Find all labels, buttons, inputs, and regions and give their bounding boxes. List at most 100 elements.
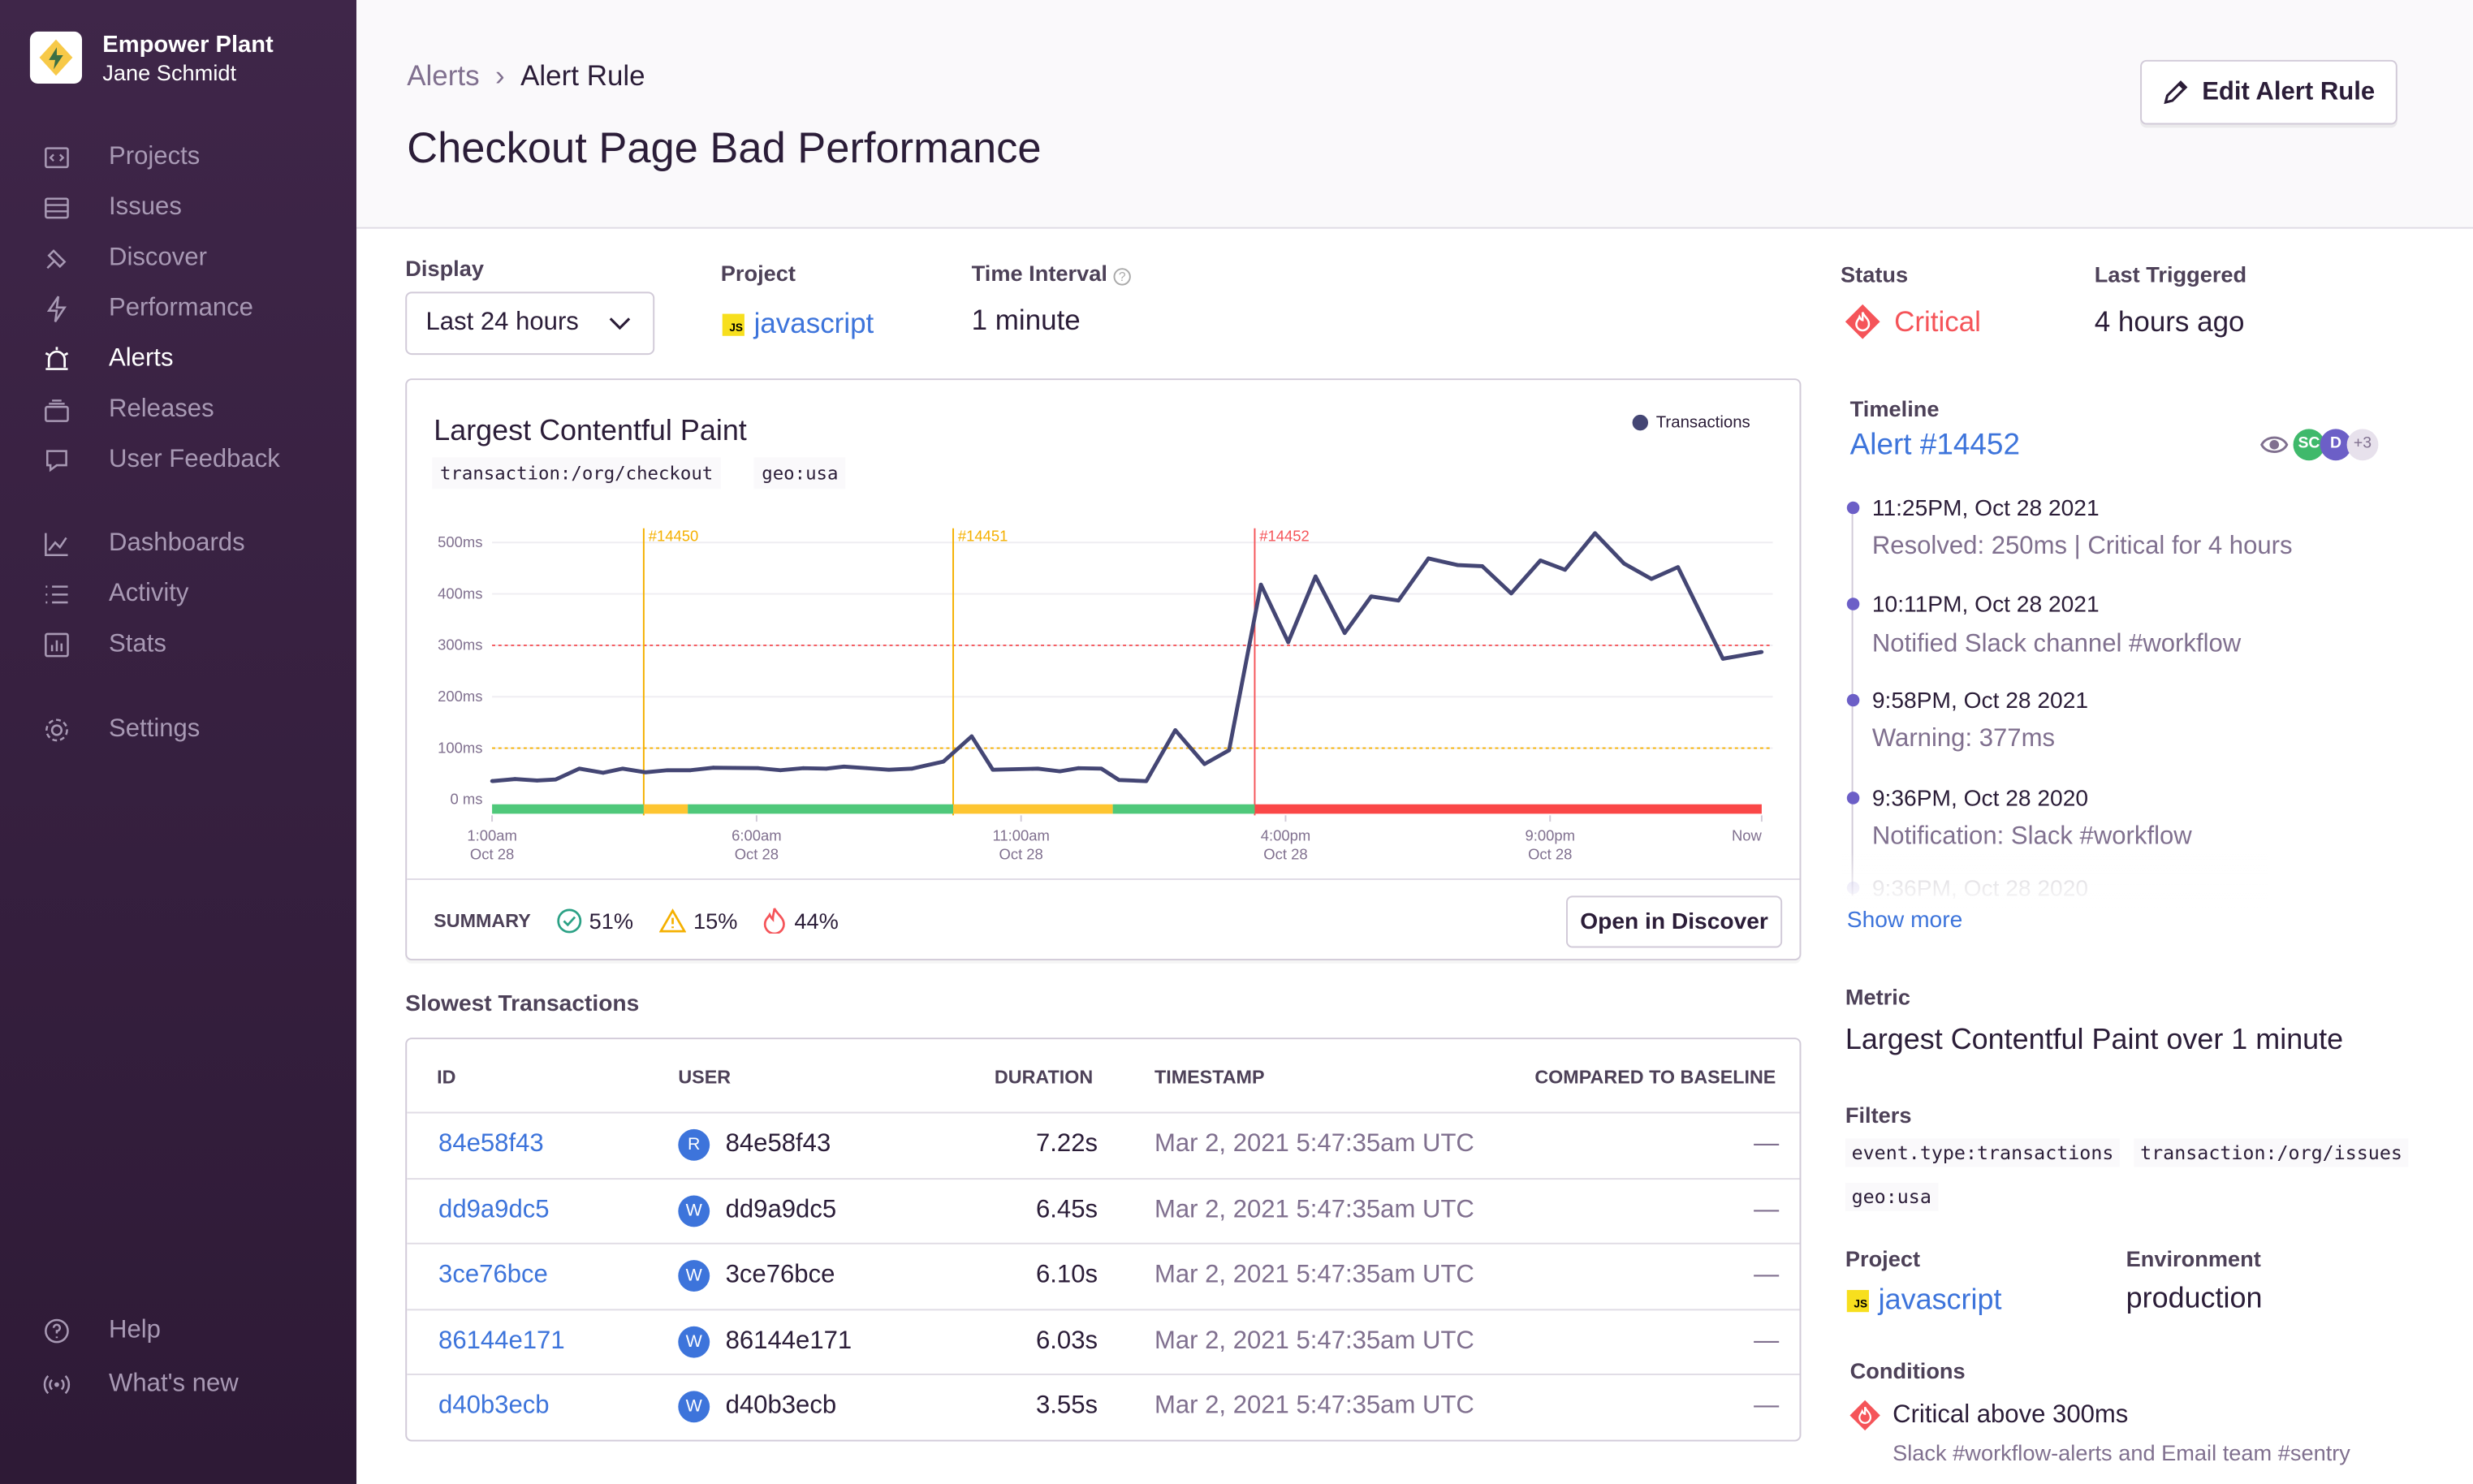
breadcrumb-alert-rule: Alert Rule [520,59,645,92]
last-triggered-label: Last Triggered [2094,261,2247,287]
x-tick-label: 4:00pm [1261,826,1311,843]
projects-icon [45,147,69,169]
project-value[interactable]: JS javascript [722,308,874,341]
page-title: Checkout Page Bad Performance [407,124,1042,172]
column-header-duration: DURATION [994,1066,1094,1089]
timestamp: Mar 2, 2021 5:47:35am UTC [1154,1327,1474,1354]
watchers[interactable]: SC D +3 [2260,429,2379,461]
baseline: — [1754,1392,1780,1420]
x-tick-label: 6:00am [732,826,782,843]
data-point [1227,748,1232,753]
duration: 7.22s [1036,1130,1098,1158]
eye-icon [2260,436,2289,454]
breadcrumb: Alerts › Alert Rule [407,60,645,93]
data-point [1144,779,1149,783]
sidebar-item-performance[interactable]: Performance [42,290,253,328]
org-name[interactable]: Empower Plant [102,32,273,58]
issues-icon [45,197,69,219]
edit-alert-rule-label: Edit Alert Rule [2202,78,2376,106]
filter-tag: geo:usa [1845,1182,1938,1211]
data-point [909,766,914,771]
data-point [1116,778,1121,783]
project-link[interactable]: javascript [754,308,874,339]
column-header-id: ID [437,1066,456,1089]
slowest-transactions-title: Slowest Transactions [405,991,640,1017]
display-value: Last 24 hours [425,308,579,336]
avatar: W [678,1260,710,1292]
timestamp: Mar 2, 2021 5:47:35am UTC [1154,1196,1474,1223]
org-logo[interactable] [29,31,83,84]
summary-bar: SUMMARY 51% 15% 44% Open in Discover [407,878,1800,960]
transaction-id-link[interactable]: 84e58f43 [438,1131,544,1159]
data-point [711,766,716,770]
status-label: Status [1841,261,1909,287]
baseline: — [1754,1196,1780,1223]
data-point [865,766,869,770]
breadcrumb-alerts[interactable]: Alerts [407,60,479,93]
y-tick-label: 500ms [438,533,482,550]
open-in-discover-button[interactable]: Open in Discover [1566,895,1783,948]
pencil-icon [2164,80,2188,105]
data-point [1035,766,1040,771]
sidebar-item-label: What's new [109,1370,239,1398]
transaction-id-link[interactable]: dd9a9dc5 [438,1196,550,1224]
sidebar-item-stats[interactable]: Stats [42,626,166,664]
data-point [887,767,891,772]
sidebar-item-what-s-new[interactable]: What's new [42,1365,239,1404]
baseline: — [1754,1327,1780,1354]
data-point [778,768,783,773]
transaction-id-link[interactable]: 86144e171 [438,1327,565,1356]
sidebar-item-releases[interactable]: Releases [42,391,214,429]
data-point [1058,769,1062,774]
sidebar-item-projects[interactable]: Projects [42,139,200,177]
data-point [512,777,517,781]
duration: 6.10s [1036,1262,1098,1289]
y-tick-label: 0 ms [450,791,482,808]
status-segment [1254,804,1762,814]
warning-icon [658,908,686,932]
sidebar-item-activity[interactable]: Activity [42,576,188,614]
filter-tag: geo:usa [753,457,847,490]
duration: 6.03s [1036,1327,1098,1354]
sidebar-item-alerts[interactable]: Alerts [42,341,174,379]
stats-icon [45,632,69,658]
show-more-link[interactable]: Show more [1847,908,1962,934]
transaction-id-link[interactable]: d40b3ecb [438,1392,550,1421]
transaction-id-link[interactable]: 3ce76bce [438,1262,548,1290]
conditions-label: Conditions [1849,1357,1966,1383]
y-tick-label: 300ms [438,636,482,654]
filter-tag: event.type:transactions [1845,1138,2121,1167]
sidebar-item-issues[interactable]: Issues [42,189,182,227]
avatar: W [678,1391,710,1423]
sidebar-item-dashboards[interactable]: Dashboards [42,525,245,563]
y-tick-label: 200ms [438,688,482,705]
status-text: Critical [1894,304,1981,337]
last-triggered-value: 4 hours ago [2094,305,2245,338]
releases-icon [45,399,69,422]
user-name: 86144e171 [725,1327,852,1354]
sidebar-item-discover[interactable]: Discover [42,239,207,278]
status-segment [953,804,1113,814]
chart-card: Largest Contentful Paint Transactions tr… [405,378,1802,961]
sidebar-item-help[interactable]: Help [42,1312,161,1350]
chart-plot[interactable]: 0 ms 100ms 200ms 300ms 400ms 500ms #14450 #1445… [407,507,1799,869]
display-label: Display [405,255,485,281]
help-icon[interactable]: ? [1113,268,1131,286]
x-tick-label: Now [1732,826,1763,843]
sidebar-item-settings[interactable]: Settings [42,711,200,749]
project-value[interactable]: JS javascript [1846,1282,2002,1317]
status-segment [492,804,644,814]
table-row: dd9a9dc5 W dd9a9dc5 6.45s Mar 2, 2021 5:… [407,1177,1800,1242]
help-icon [45,1318,69,1344]
edit-alert-rule-button[interactable]: Edit Alert Rule [2140,59,2397,125]
series-line-transactions [491,531,1763,783]
display-select[interactable]: Last 24 hours [405,291,655,356]
time-interval-value: 1 minute [971,304,1081,336]
time-interval-label: Time Interval ? [972,261,1131,286]
alert-link[interactable]: Alert #14452 [1850,429,2020,464]
timestamp: Mar 2, 2021 5:47:35am UTC [1154,1130,1474,1158]
data-point [577,766,581,771]
sidebar-item-user-feedback[interactable]: User Feedback [42,442,280,480]
project-link[interactable]: javascript [1879,1282,2002,1315]
timeline-dot [1846,693,1860,707]
